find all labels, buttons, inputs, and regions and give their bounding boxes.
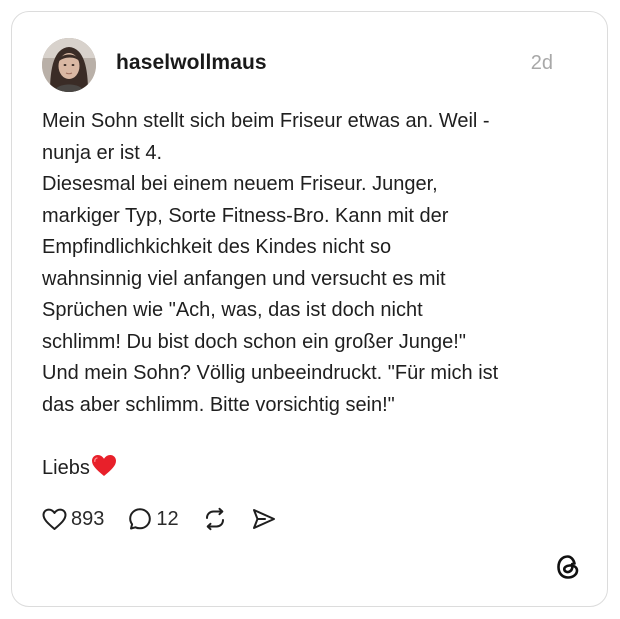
post-text-line: schlimm! Du bist doch schon ein großer J… xyxy=(42,330,466,353)
post-text-line: markiger Typ, Sorte Fitness-Bro. Kann mi… xyxy=(42,204,449,227)
repost-icon xyxy=(203,507,227,531)
post-text-line: wahnsinnig viel anfangen und versucht es… xyxy=(42,267,446,290)
closing-text: Liebs xyxy=(42,456,90,479)
paragraph-break xyxy=(42,421,582,453)
send-icon xyxy=(251,507,277,531)
username[interactable]: haselwollmaus xyxy=(116,51,267,75)
post-closing: Liebs xyxy=(42,453,582,488)
post-text-line: Diesesmal bei einem neuem Friseur. Junge… xyxy=(42,173,438,195)
repost-button[interactable] xyxy=(203,507,227,531)
threads-logo-icon xyxy=(555,554,581,580)
share-button[interactable] xyxy=(251,507,277,531)
like-button[interactable]: 893 xyxy=(42,508,104,531)
reply-button[interactable]: 12 xyxy=(128,507,179,531)
red-heart-emoji-icon xyxy=(91,454,117,488)
action-bar: 893 12 xyxy=(42,504,301,534)
post-body: Mein Sohn stellt sich beim Friseur etwas… xyxy=(42,106,582,487)
post-text-line: nunja er ist 4. xyxy=(42,141,163,164)
comment-icon xyxy=(128,507,152,531)
post-text-line: Empfindlichkichkeit des Kindes nicht so xyxy=(42,236,392,258)
post-text-line: Und mein Sohn? Völlig unbeeindruckt. "Fü… xyxy=(42,362,499,384)
like-count: 893 xyxy=(71,507,105,530)
post-text-line: Mein Sohn stellt sich beim Friseur etwas… xyxy=(42,110,490,132)
post-text-line: Sprüchen wie "Ach, was, das ist doch nic… xyxy=(42,299,423,321)
post-text-line: das aber schlimm. Bitte vorsichtig sein!… xyxy=(42,393,395,416)
heart-icon xyxy=(42,508,67,531)
avatar[interactable] xyxy=(42,38,96,92)
post-card: haselwollmaus 2d Mein Sohn stellt sich b… xyxy=(11,11,608,607)
reply-count: 12 xyxy=(156,507,179,530)
avatar-photo-icon xyxy=(42,38,96,92)
post-timestamp: 2d xyxy=(530,52,553,74)
